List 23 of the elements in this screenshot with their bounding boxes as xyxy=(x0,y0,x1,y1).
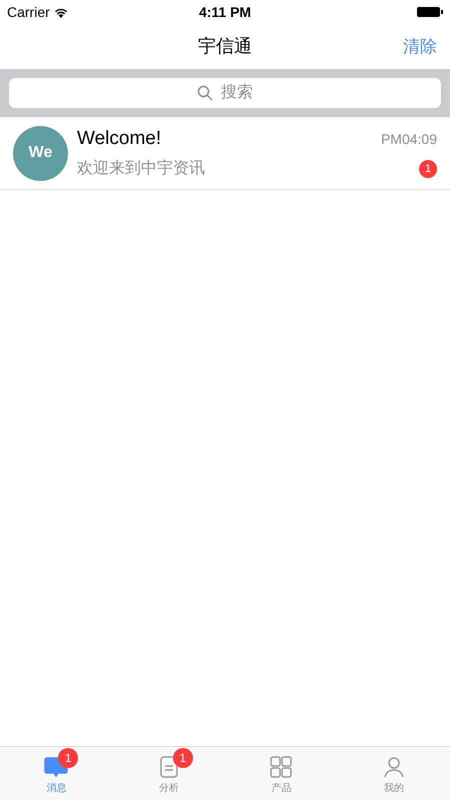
message-row[interactable]: We Welcome! PM04:09 欢迎来到中宇资讯 1 xyxy=(0,117,450,190)
clear-button[interactable]: 清除 xyxy=(403,34,437,60)
message-preview: 欢迎来到中宇资讯 xyxy=(77,158,205,179)
status-time: 4:11 PM xyxy=(198,2,252,22)
nav-title: 宇信通 xyxy=(198,35,252,58)
tab-item[interactable]: 产品 xyxy=(225,747,338,800)
tab-badge: 1 xyxy=(58,748,78,768)
tab-item[interactable]: 1 消息 xyxy=(0,747,112,800)
unread-badge: 1 xyxy=(419,160,437,178)
message-time: PM04:09 xyxy=(380,130,437,149)
search-icon xyxy=(197,85,213,101)
grid-icon xyxy=(270,756,292,778)
document-icon xyxy=(158,756,179,778)
battery-icon xyxy=(417,6,444,18)
tab-item[interactable]: 1 分析 xyxy=(112,747,225,800)
avatar: We xyxy=(13,126,68,180)
tab-badge: 1 xyxy=(172,748,193,768)
person-icon xyxy=(382,756,405,778)
carrier-label: Carrier xyxy=(7,2,50,22)
search-field[interactable]: 搜索 xyxy=(9,78,441,108)
message-title: Welcome! xyxy=(77,127,162,152)
wifi-icon xyxy=(54,6,68,18)
tab-item[interactable]: 我的 xyxy=(338,747,450,800)
